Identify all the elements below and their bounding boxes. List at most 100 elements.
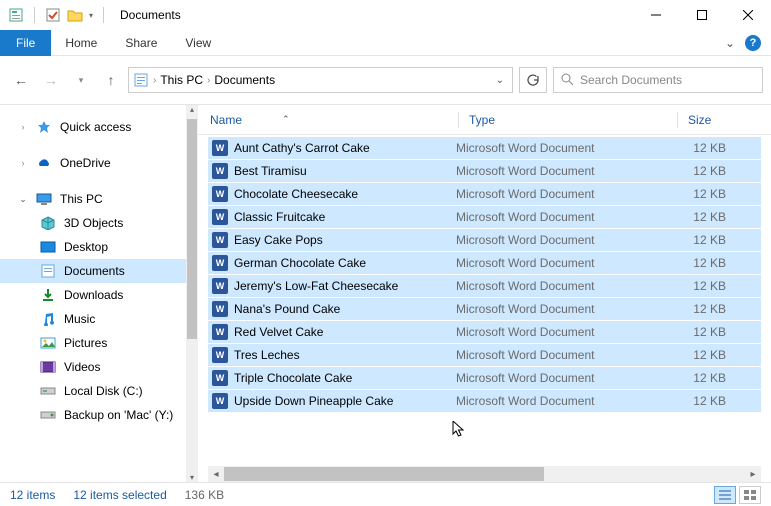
word-document-icon: W — [212, 278, 228, 294]
chevron-right-icon[interactable]: › — [18, 158, 28, 168]
tree-item-cdrive[interactable]: Local Disk (C:) — [0, 379, 186, 403]
search-box[interactable] — [553, 67, 763, 93]
forward-button[interactable]: → — [38, 67, 64, 93]
properties-icon[interactable] — [8, 7, 24, 23]
chevron-down-icon[interactable]: ⌄ — [18, 194, 28, 205]
scroll-thumb[interactable] — [224, 467, 544, 481]
tree-item-pictures[interactable]: Pictures — [0, 331, 186, 355]
tree-item-documents[interactable]: Documents — [0, 259, 186, 283]
column-size[interactable]: Size — [688, 113, 748, 127]
chevron-right-icon[interactable]: › — [153, 75, 156, 86]
tab-view[interactable]: View — [171, 30, 225, 56]
tree-item-label: Pictures — [64, 336, 107, 350]
file-tab[interactable]: File — [0, 30, 51, 56]
cdrive-icon — [40, 383, 56, 399]
back-button[interactable]: ← — [8, 67, 34, 93]
file-row[interactable]: WEasy Cake PopsMicrosoft Word Document12… — [208, 229, 761, 252]
word-document-icon: W — [212, 301, 228, 317]
tree-this-pc[interactable]: ⌄ This PC — [0, 187, 186, 211]
column-name[interactable]: Name ⌃ — [210, 113, 458, 127]
up-button[interactable]: ↑ — [98, 67, 124, 93]
file-size: 12 KB — [670, 141, 726, 155]
scroll-left-icon[interactable]: ◂ — [208, 469, 224, 480]
file-row[interactable]: WAunt Cathy's Carrot CakeMicrosoft Word … — [208, 137, 761, 160]
folder-icon[interactable] — [67, 7, 83, 23]
column-type[interactable]: Type — [469, 113, 677, 127]
breadcrumb-documents[interactable]: Documents — [214, 73, 275, 87]
file-size: 12 KB — [670, 371, 726, 385]
file-row[interactable]: WJeremy's Low-Fat CheesecakeMicrosoft Wo… — [208, 275, 761, 298]
tree-item-label: Downloads — [64, 288, 123, 302]
file-type: Microsoft Word Document — [456, 256, 670, 270]
checkbox-icon[interactable] — [45, 7, 61, 23]
file-size: 12 KB — [670, 279, 726, 293]
expand-ribbon-icon[interactable]: ⌄ — [725, 36, 735, 50]
file-row[interactable]: WTriple Chocolate CakeMicrosoft Word Doc… — [208, 367, 761, 390]
large-icons-view-button[interactable] — [739, 486, 761, 504]
status-item-count: 12 items — [10, 488, 55, 502]
tree-item-3d[interactable]: 3D Objects — [0, 211, 186, 235]
file-row[interactable]: WBest TiramisuMicrosoft Word Document12 … — [208, 160, 761, 183]
file-row[interactable]: WRed Velvet CakeMicrosoft Word Document1… — [208, 321, 761, 344]
column-resizer[interactable] — [458, 112, 459, 128]
help-icon[interactable]: ? — [745, 35, 761, 51]
tree-item-music[interactable]: Music — [0, 307, 186, 331]
tree-item-label: 3D Objects — [64, 216, 123, 230]
address-bar[interactable]: › This PC › Documents ⌄ — [128, 67, 513, 93]
desktop-icon — [40, 239, 56, 255]
star-icon — [36, 119, 52, 135]
file-name: Classic Fruitcake — [234, 210, 325, 224]
maximize-button[interactable] — [679, 0, 725, 30]
chevron-right-icon[interactable]: › — [18, 122, 28, 132]
file-name: Best Tiramisu — [234, 164, 307, 178]
horizontal-scrollbar[interactable]: ◂ ▸ — [208, 466, 761, 482]
scroll-thumb[interactable] — [187, 119, 197, 339]
status-size: 136 KB — [185, 488, 224, 502]
file-row[interactable]: WClassic FruitcakeMicrosoft Word Documen… — [208, 206, 761, 229]
word-document-icon: W — [212, 324, 228, 340]
file-type: Microsoft Word Document — [456, 141, 670, 155]
file-row[interactable]: WGerman Chocolate CakeMicrosoft Word Doc… — [208, 252, 761, 275]
downloads-icon — [40, 287, 56, 303]
search-input[interactable] — [580, 73, 756, 87]
tree-item-videos[interactable]: Videos — [0, 355, 186, 379]
title-bar: ▾ Documents — [0, 0, 771, 30]
address-dropdown-icon[interactable]: ⌄ — [492, 75, 508, 86]
file-name: Red Velvet Cake — [234, 325, 323, 339]
refresh-button[interactable] — [519, 67, 547, 93]
column-resizer[interactable] — [677, 112, 678, 128]
details-view-button[interactable] — [714, 486, 736, 504]
file-row[interactable]: WNana's Pound CakeMicrosoft Word Documen… — [208, 298, 761, 321]
tree-item-desktop[interactable]: Desktop — [0, 235, 186, 259]
file-row[interactable]: WChocolate CheesecakeMicrosoft Word Docu… — [208, 183, 761, 206]
chevron-right-icon[interactable]: › — [207, 75, 210, 86]
qat-dropdown[interactable]: ▾ — [89, 11, 93, 20]
word-document-icon: W — [212, 347, 228, 363]
videos-icon — [40, 359, 56, 375]
file-type: Microsoft Word Document — [456, 302, 670, 316]
scroll-right-icon[interactable]: ▸ — [745, 469, 761, 480]
file-size: 12 KB — [670, 325, 726, 339]
tree-item-ydrive[interactable]: Backup on 'Mac' (Y:) — [0, 403, 186, 427]
close-button[interactable] — [725, 0, 771, 30]
file-type: Microsoft Word Document — [456, 210, 670, 224]
sort-ascending-icon: ⌃ — [282, 114, 290, 125]
word-document-icon: W — [212, 186, 228, 202]
recent-dropdown[interactable]: ▾ — [68, 67, 94, 93]
tab-share[interactable]: Share — [111, 30, 171, 56]
tree-quick-access[interactable]: › Quick access — [0, 115, 186, 139]
minimize-button[interactable] — [633, 0, 679, 30]
tree-onedrive[interactable]: › OneDrive — [0, 151, 186, 175]
sidebar-scrollbar[interactable]: ▴ ▾ — [186, 105, 198, 482]
file-row[interactable]: WUpside Down Pineapple CakeMicrosoft Wor… — [208, 390, 761, 413]
tree-item-label: Videos — [64, 360, 100, 374]
tree-item-label: Local Disk (C:) — [64, 384, 143, 398]
tab-home[interactable]: Home — [51, 30, 111, 56]
file-size: 12 KB — [670, 233, 726, 247]
tree-item-downloads[interactable]: Downloads — [0, 283, 186, 307]
breadcrumb-this-pc[interactable]: This PC — [160, 73, 203, 87]
file-name: Tres Leches — [234, 348, 300, 362]
file-row[interactable]: WTres LechesMicrosoft Word Document12 KB — [208, 344, 761, 367]
documents-icon — [40, 263, 56, 279]
file-size: 12 KB — [670, 302, 726, 316]
